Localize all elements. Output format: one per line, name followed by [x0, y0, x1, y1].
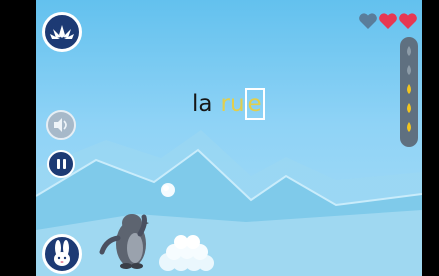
- lotus-icon: [50, 25, 74, 39]
- flying-snowball: [161, 183, 175, 197]
- current-letter-box: e: [244, 88, 265, 120]
- target-word: la ru e: [192, 88, 265, 120]
- progress-track: [400, 37, 418, 147]
- pause-icon: [56, 159, 66, 169]
- sound-button[interactable]: [46, 110, 76, 140]
- pause-button[interactable]: [47, 150, 75, 178]
- progress-step-pending-icon: [407, 46, 411, 56]
- game-area: la ru e: [36, 0, 422, 276]
- heart-full-icon: [379, 13, 397, 29]
- speaker-icon: [54, 118, 67, 132]
- progress-step-pending-icon: [407, 65, 411, 75]
- progress-step-done-icon: [407, 122, 411, 132]
- ice-landscape: [36, 130, 422, 276]
- rabbit-icon: [54, 240, 70, 266]
- heart-full-icon: [399, 13, 417, 29]
- progress-step-done-icon: [407, 103, 411, 113]
- word-plain-part: la: [192, 91, 213, 117]
- menu-button[interactable]: [42, 12, 82, 52]
- lives-hearts: [358, 12, 418, 30]
- word-highlight-part: ru: [220, 91, 245, 117]
- character-button[interactable]: [42, 234, 82, 274]
- heart-empty-icon: [359, 13, 377, 29]
- progress-step-done-icon: [407, 84, 411, 94]
